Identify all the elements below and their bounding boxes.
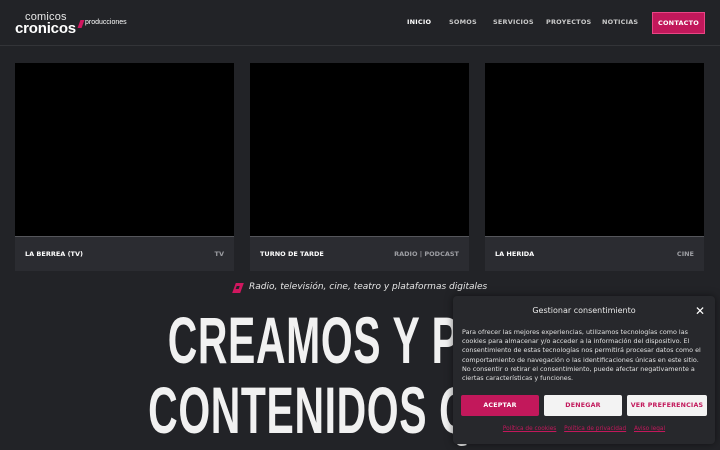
cookie-consent-dialog: Gestionar consentimiento ✕ Para ofrecer … (453, 296, 715, 444)
project-thumbnail[interactable] (485, 63, 704, 237)
close-icon[interactable]: ✕ (695, 304, 705, 318)
view-preferences-button[interactable]: VER PREFERENCIAS (627, 395, 707, 416)
project-category: TV (214, 250, 224, 258)
brand-mark-icon (232, 283, 244, 293)
logo-line-2: cronicos (15, 20, 76, 37)
nav-item-inicio[interactable]: INICIO (407, 18, 431, 26)
cookie-dialog-title: Gestionar consentimiento (532, 306, 636, 315)
legal-notice-link[interactable]: Aviso legal (634, 426, 665, 432)
project-category: RADIO | PODCAST (394, 250, 459, 258)
nav-item-noticias[interactable]: NOTICIAS (602, 18, 638, 26)
contact-button[interactable]: CONTACTO (652, 12, 705, 34)
privacy-policy-link[interactable]: Política de privacidad (564, 426, 626, 432)
cookie-policy-link[interactable]: Política de cookies (503, 426, 556, 432)
logo-line-3: producciones (85, 19, 127, 26)
site-header: comicos cronicos producciones INICIO SOM… (0, 0, 720, 46)
tagline-text: Radio, televisión, cine, teatro y plataf… (249, 282, 488, 292)
project-thumbnail[interactable] (250, 63, 469, 237)
logo-slash-icon (77, 20, 85, 28)
deny-button[interactable]: DENEGAR (544, 395, 622, 416)
project-title: LA BERREA (TV) (25, 250, 83, 258)
nav-item-servicios[interactable]: SERVICIOS (493, 18, 534, 26)
cookie-policy-links: Política de cookies Política de privacid… (453, 426, 715, 432)
project-title: LA HERIDA (495, 250, 535, 258)
project-card[interactable]: LA BERREA (TV) TV (15, 63, 234, 271)
nav-item-proyectos[interactable]: PROYECTOS (546, 18, 591, 26)
project-thumbnail[interactable] (15, 63, 234, 237)
project-card[interactable]: TURNO DE TARDE RADIO | PODCAST (250, 63, 469, 271)
nav-item-somos[interactable]: SOMOS (449, 18, 477, 26)
cookie-dialog-text: Para ofrecer las mejores experiencias, u… (462, 328, 701, 383)
site-logo[interactable]: comicos cronicos producciones (15, 11, 135, 37)
project-title: TURNO DE TARDE (260, 250, 324, 258)
project-card[interactable]: LA HERIDA CINE (485, 63, 704, 271)
accept-button[interactable]: ACEPTAR (461, 395, 539, 416)
project-category: CINE (676, 250, 694, 258)
